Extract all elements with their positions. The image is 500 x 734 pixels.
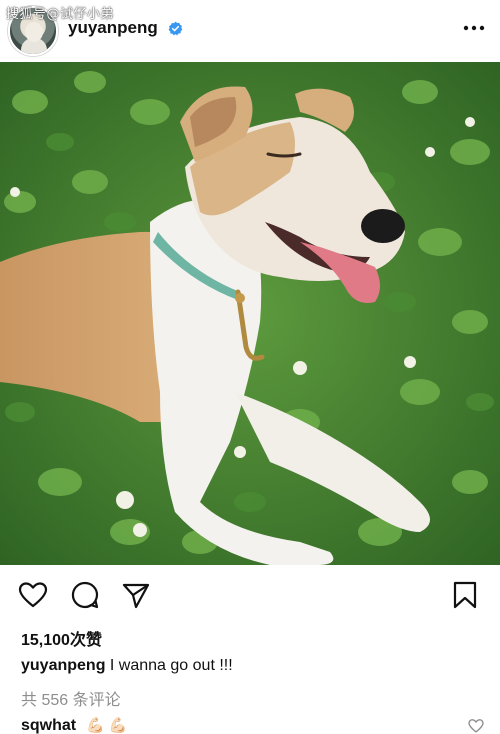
comment-row: sqwhat 💪🏻💪🏻 bbox=[21, 716, 131, 734]
verified-badge-icon bbox=[168, 21, 183, 36]
dog-in-clover-image bbox=[0, 62, 500, 565]
post-photo[interactable] bbox=[0, 62, 500, 565]
post-caption: yuyanpeng I wanna go out !!! bbox=[21, 657, 233, 675]
caption-username[interactable]: yuyanpeng bbox=[21, 657, 105, 674]
send-paper-plane-icon[interactable] bbox=[121, 580, 151, 610]
heart-icon[interactable] bbox=[18, 580, 48, 610]
like-count[interactable]: 15,100次赞 bbox=[21, 626, 102, 650]
post-actions-bar bbox=[0, 572, 500, 620]
watermark-text: 搜狐号@试仔小弟 bbox=[6, 7, 115, 22]
small-heart-icon[interactable] bbox=[468, 718, 484, 734]
view-comments-link[interactable]: 共 556 条评论 bbox=[21, 686, 121, 710]
comment-username[interactable]: sqwhat bbox=[21, 717, 76, 734]
bookmark-icon[interactable] bbox=[450, 580, 480, 610]
comment-bubble-icon[interactable] bbox=[70, 580, 100, 610]
comment-emoji: 💪🏻💪🏻 bbox=[86, 717, 132, 734]
caption-text: I wanna go out !!! bbox=[105, 657, 233, 674]
more-options-icon[interactable] bbox=[462, 18, 486, 38]
